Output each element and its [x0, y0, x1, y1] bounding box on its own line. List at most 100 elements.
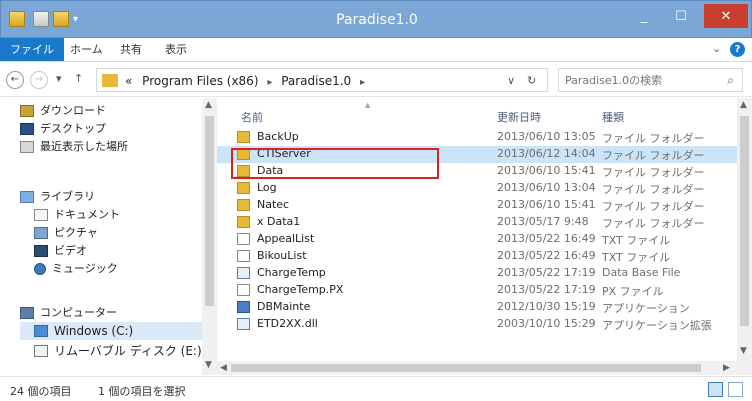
nav-item-libraries[interactable]: ライブラリ — [20, 188, 95, 206]
breadcrumb-separator-icon[interactable]: ▸ — [267, 77, 272, 88]
file-row[interactable]: DBMainte 2012/10/30 15:19 アプリケーション — [217, 299, 737, 316]
nav-item-pictures[interactable]: ピクチャ — [34, 224, 98, 242]
nav-scrollbar[interactable]: ▲ ▼ — [202, 98, 217, 375]
folder-icon — [237, 216, 250, 228]
status-bar: 24 個の項目 1 個の項目を選択 — [0, 376, 752, 401]
search-icon[interactable]: ⌕ — [727, 73, 734, 88]
nav-item-documents[interactable]: ドキュメント — [34, 206, 120, 224]
computer-icon — [20, 307, 34, 319]
file-row[interactable]: x Data1 2013/05/17 9:48 ファイル フォルダー — [217, 214, 737, 231]
scroll-up-arrow-icon[interactable]: ▲ — [205, 100, 212, 110]
tab-file[interactable]: ファイル — [0, 38, 64, 61]
download-icon — [20, 105, 34, 117]
search-input[interactable] — [565, 70, 715, 90]
scroll-down-arrow-icon[interactable]: ▼ — [740, 346, 747, 356]
recent-locations-icon[interactable]: ▾ — [56, 72, 62, 85]
column-header-name[interactable]: 名前 — [241, 109, 263, 125]
list-scrollbar-thumb[interactable] — [740, 116, 749, 326]
tab-home[interactable]: ホーム — [70, 38, 103, 61]
tab-share[interactable]: 共有 — [120, 38, 142, 61]
file-date: 2012/10/30 15:19 — [497, 300, 596, 313]
removable-disk-icon — [34, 345, 48, 357]
nav-item-windows-drive[interactable]: Windows (C:) — [20, 322, 202, 340]
file-type: Data Base File — [602, 266, 681, 279]
nav-item-recent-places[interactable]: 最近表示した場所 — [20, 138, 128, 156]
file-date: 2003/10/10 15:29 — [497, 317, 596, 330]
scroll-right-arrow-icon[interactable]: ▶ — [723, 363, 730, 373]
details-view-button[interactable] — [708, 382, 723, 397]
folder-icon — [237, 199, 250, 211]
large-icons-view-button[interactable] — [728, 382, 743, 397]
text-file-icon — [237, 233, 250, 245]
nav-item-music[interactable]: ミュージック — [34, 260, 118, 278]
minimize-button[interactable]: _ — [629, 4, 659, 28]
pictures-icon — [34, 227, 48, 239]
file-type: アプリケーション拡張 — [602, 319, 712, 332]
column-header-date[interactable]: 更新日時 — [497, 109, 541, 125]
music-icon — [34, 263, 46, 275]
forward-button[interactable]: → — [30, 71, 48, 89]
nav-item-desktop[interactable]: デスクトップ — [20, 120, 106, 138]
file-name: DBMainte — [257, 300, 311, 313]
database-file-icon — [237, 318, 250, 330]
file-list: ▲ 名前 更新日時 種類 BackUp 2013/06/10 13:05 ファイル … — [217, 98, 752, 375]
windows-drive-icon — [34, 325, 48, 337]
file-type: ファイル フォルダー — [602, 132, 705, 145]
file-row[interactable]: ETD2XX.dll 2003/10/10 15:29 アプリケーション拡張 — [217, 316, 737, 333]
address-bar[interactable]: « Program Files (x86) ▸ Paradise1.0 ▸ ∨ … — [96, 68, 548, 92]
file-name: AppealList — [257, 232, 315, 245]
help-icon[interactable]: ? — [730, 42, 745, 57]
maximize-button[interactable]: ☐ — [665, 4, 697, 28]
close-button[interactable]: ✕ — [704, 4, 748, 28]
horizontal-scrollbar[interactable]: ◀ ▶ — [217, 361, 737, 375]
selection-count: 1 個の項目を選択 — [98, 385, 186, 398]
file-row[interactable]: BikouList 2013/05/22 16:49 TXT ファイル — [217, 248, 737, 265]
file-row[interactable]: Log 2013/06/10 13:04 ファイル フォルダー — [217, 180, 737, 197]
column-header-type[interactable]: 種類 — [602, 109, 624, 125]
file-row[interactable]: ChargeTemp.PX 2013/05/22 17:19 PX ファイル — [217, 282, 737, 299]
library-icon — [20, 191, 34, 203]
breadcrumb-item-paradise[interactable]: Paradise1.0 — [281, 74, 351, 88]
file-name: Log — [257, 181, 277, 194]
refresh-icon[interactable]: ↻ — [527, 74, 536, 87]
breadcrumb-item-program-files[interactable]: Program Files (x86) — [142, 74, 258, 88]
breadcrumb-overflow[interactable]: « — [125, 74, 132, 88]
folder-icon — [237, 131, 250, 143]
nav-item-downloads[interactable]: ダウンロード — [20, 102, 106, 120]
address-dropdown-icon[interactable]: ∨ — [507, 74, 515, 87]
file-name: BikouList — [257, 249, 307, 262]
up-button[interactable]: ↑ — [74, 72, 83, 85]
search-box[interactable]: ⌕ — [558, 68, 743, 92]
nav-item-videos[interactable]: ビデオ — [34, 242, 87, 260]
nav-scrollbar-thumb[interactable] — [205, 116, 214, 306]
scroll-down-arrow-icon[interactable]: ▼ — [205, 360, 212, 370]
back-button[interactable]: ← — [6, 71, 24, 89]
annotation-highlight-box — [231, 148, 439, 179]
file-row[interactable]: Natec 2013/06/10 15:41 ファイル フォルダー — [217, 197, 737, 214]
database-file-icon — [237, 267, 250, 279]
folder-icon — [237, 182, 250, 194]
scroll-up-arrow-icon[interactable]: ▲ — [740, 100, 747, 110]
file-row[interactable]: BackUp 2013/06/10 13:05 ファイル フォルダー — [217, 129, 737, 146]
nav-item-removable-disk[interactable]: リムーバブル ディスク (E:) — [34, 342, 202, 360]
list-scrollbar[interactable]: ▲ ▼ — [737, 98, 752, 375]
file-name: BackUp — [257, 130, 299, 143]
nav-item-computer[interactable]: コンピューター — [20, 304, 117, 322]
horizontal-scrollbar-thumb[interactable] — [231, 364, 701, 372]
ribbon-expand-icon[interactable]: ⌄ — [712, 42, 721, 55]
file-type: ファイル フォルダー — [602, 166, 705, 179]
file-row[interactable]: ChargeTemp 2013/05/22 17:19 Data Base File — [217, 265, 737, 282]
folder-icon — [102, 74, 118, 87]
file-row[interactable]: AppealList 2013/05/22 16:49 TXT ファイル — [217, 231, 737, 248]
file-type: アプリケーション — [602, 302, 690, 315]
ribbon-tabs: ファイル ホーム 共有 表示 ⌄ ? — [0, 38, 752, 62]
scroll-left-arrow-icon[interactable]: ◀ — [220, 363, 227, 373]
item-count: 24 個の項目 — [10, 385, 72, 398]
file-name: x Data1 — [257, 215, 301, 228]
sort-ascending-icon: ▲ — [365, 101, 371, 109]
tab-view[interactable]: 表示 — [165, 38, 187, 61]
breadcrumb-separator-icon[interactable]: ▸ — [360, 77, 365, 88]
file-date: 2013/05/22 17:19 — [497, 266, 596, 279]
file-name: ChargeTemp — [257, 266, 326, 279]
file-name: Natec — [257, 198, 290, 211]
